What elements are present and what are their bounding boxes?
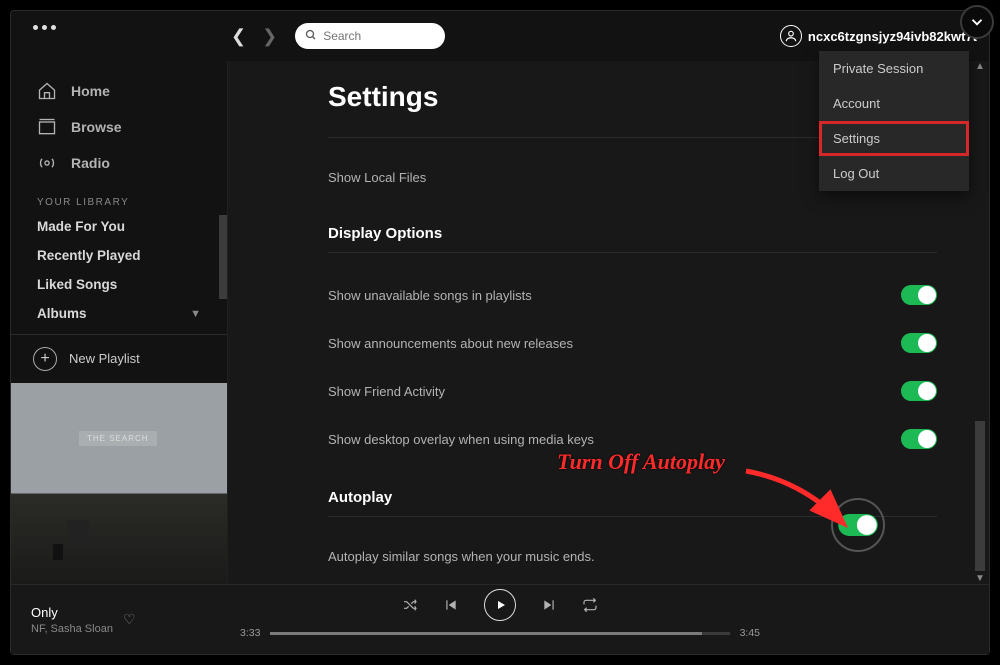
elapsed-time: 3:33 xyxy=(240,627,260,639)
avatar-icon xyxy=(780,25,802,47)
menu-item-settings[interactable]: Settings xyxy=(819,121,969,156)
setting-label: Show desktop overlay when using media ke… xyxy=(328,432,594,447)
now-playing-bar: Only NF, Sasha Sloan ♡ xyxy=(11,584,989,654)
now-playing-album-art[interactable]: THE SEARCH xyxy=(11,383,227,584)
toggle-unavailable-songs[interactable] xyxy=(901,285,937,305)
app-menu-button[interactable] xyxy=(33,25,56,30)
toggle-autoplay[interactable] xyxy=(838,514,878,536)
library-item-albums[interactable]: Albums ▼ xyxy=(11,299,227,328)
home-icon xyxy=(37,81,57,101)
sidebar-item-browse[interactable]: Browse xyxy=(19,109,219,145)
user-dropdown-menu: Private Session Account Settings Log Out xyxy=(819,51,969,191)
sidebar: Home Browse Radio YOUR LIBRARY Made For … xyxy=(11,61,227,584)
setting-label: Show unavailable songs in playlists xyxy=(328,288,532,303)
progress-bar[interactable] xyxy=(270,632,729,635)
user-menu-toggle[interactable]: ncxc6tzgnsjyz94ivb82kwt7t xyxy=(780,25,983,47)
section-display-options: Display Options xyxy=(328,225,937,242)
library-item-made-for-you[interactable]: Made For You xyxy=(11,212,227,241)
duration-time: 3:45 xyxy=(740,627,760,639)
sidebar-label: Radio xyxy=(71,155,110,171)
toggle-desktop-overlay[interactable] xyxy=(901,429,937,449)
library-item-liked-songs[interactable]: Liked Songs xyxy=(11,270,227,299)
toggle-friend-activity[interactable] xyxy=(901,381,937,401)
annotation-target-ring xyxy=(831,498,885,552)
nav-forward-button[interactable]: ❯ xyxy=(262,26,277,47)
user-chevron-button[interactable] xyxy=(960,5,994,39)
menu-item-logout[interactable]: Log Out xyxy=(819,156,969,191)
like-button[interactable]: ♡ xyxy=(123,611,136,628)
play-button[interactable] xyxy=(484,589,516,621)
setting-label: Autoplay similar songs when your music e… xyxy=(328,549,595,564)
previous-button[interactable] xyxy=(444,598,458,612)
nav-back-button[interactable]: ❮ xyxy=(231,26,246,47)
scrollbar-thumb[interactable] xyxy=(975,421,985,571)
next-button[interactable] xyxy=(542,598,556,612)
plus-icon: + xyxy=(33,347,57,371)
menu-item-private-session[interactable]: Private Session xyxy=(819,51,969,86)
repeat-button[interactable] xyxy=(582,597,598,613)
toggle-announcements[interactable] xyxy=(901,333,937,353)
menu-item-account[interactable]: Account xyxy=(819,86,969,121)
track-artist[interactable]: NF, Sasha Sloan xyxy=(31,623,113,635)
scroll-up-icon[interactable]: ▲ xyxy=(973,61,987,72)
scroll-down-icon[interactable]: ▼ xyxy=(973,573,987,584)
new-playlist-button[interactable]: + New Playlist xyxy=(11,335,227,383)
library-scrollbar-thumb[interactable] xyxy=(219,215,227,299)
setting-label: Show announcements about new releases xyxy=(328,336,573,351)
search-icon xyxy=(305,29,317,43)
sidebar-label: Browse xyxy=(71,119,122,135)
user-name: ncxc6tzgnsjyz94ivb82kwt7t xyxy=(808,29,977,44)
annotation-text: Turn Off Autoplay xyxy=(557,449,725,475)
search-box[interactable] xyxy=(295,23,445,49)
shuffle-button[interactable] xyxy=(402,597,418,613)
radio-icon xyxy=(37,153,57,173)
chevron-down-icon: ▼ xyxy=(190,308,201,320)
library-item-recently-played[interactable]: Recently Played xyxy=(11,241,227,270)
library-header: YOUR LIBRARY xyxy=(11,181,227,212)
track-title[interactable]: Only xyxy=(31,605,113,620)
sidebar-label: Home xyxy=(71,83,110,99)
album-art-label: THE SEARCH xyxy=(79,431,157,446)
search-input[interactable] xyxy=(323,29,435,43)
browse-icon xyxy=(37,117,57,137)
sidebar-item-home[interactable]: Home xyxy=(19,73,219,109)
setting-label: Show Friend Activity xyxy=(328,384,445,399)
main-scrollbar[interactable]: ▲ ▼ xyxy=(973,61,987,584)
sidebar-item-radio[interactable]: Radio xyxy=(19,145,219,181)
